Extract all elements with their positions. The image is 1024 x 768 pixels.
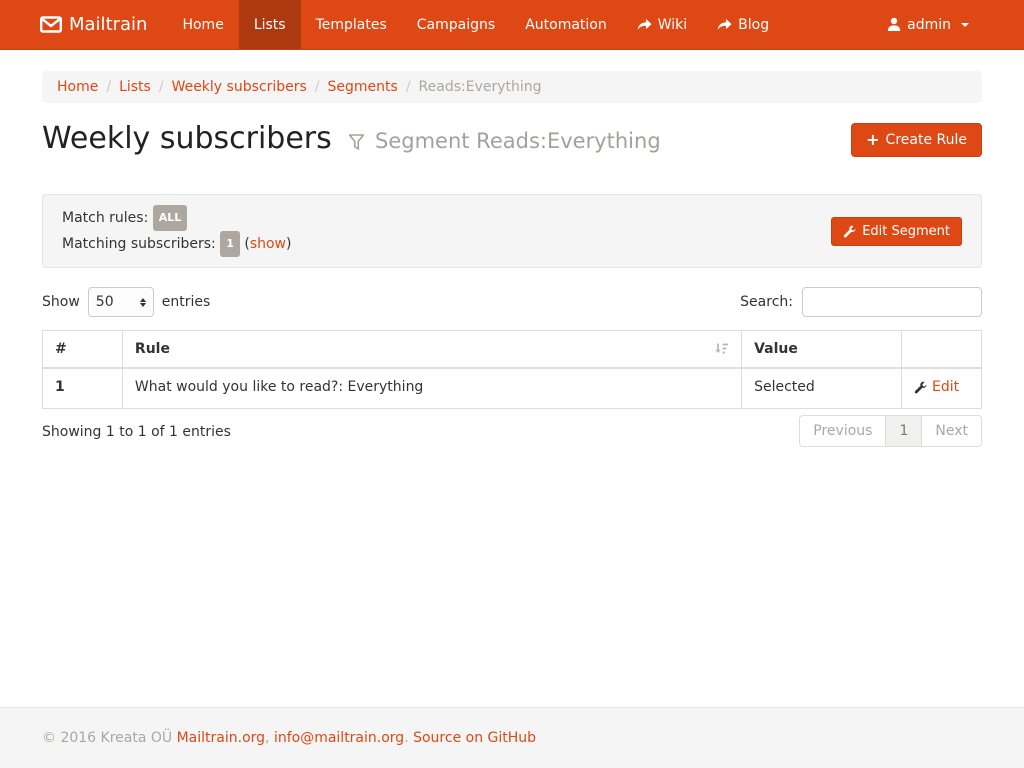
envelope-icon xyxy=(40,16,62,33)
updown-arrows-icon xyxy=(140,298,146,307)
header-value[interactable]: Value xyxy=(742,331,902,369)
share-arrow-icon xyxy=(717,18,732,32)
nav-links: Home Lists Templates Campaigns Automatio… xyxy=(167,0,784,49)
matching-count-badge: 1 xyxy=(220,231,240,257)
table-row: 1 What would you like to read?: Everythi… xyxy=(43,368,982,408)
search-label: Search: xyxy=(740,294,793,310)
wrench-icon xyxy=(843,225,856,238)
page-size-value: 50 xyxy=(96,294,114,310)
breadcrumb-home[interactable]: Home xyxy=(57,79,98,95)
breadcrumb-weekly-subscribers[interactable]: Weekly subscribers xyxy=(172,79,307,95)
header-action xyxy=(901,331,981,369)
matching-subscribers-line: Matching subscribers: 1 (show) xyxy=(62,231,291,257)
table-footer-controls: Showing 1 to 1 of 1 entries Previous 1 N… xyxy=(42,415,982,447)
table-controls: Show 50 entries Search: xyxy=(42,287,982,317)
page-number-button[interactable]: 1 xyxy=(885,415,922,447)
brand[interactable]: Mailtrain xyxy=(40,0,167,49)
plus-icon: + xyxy=(866,133,879,147)
create-rule-button[interactable]: + Create Rule xyxy=(851,123,982,157)
nav-item-automation[interactable]: Automation xyxy=(510,0,622,49)
entries-info: Showing 1 to 1 of 1 entries xyxy=(42,415,231,440)
show-label: Show xyxy=(42,294,80,310)
match-rules-line: Match rules: ALL xyxy=(62,205,291,231)
page-footer: © 2016 Kreata OÜ Mailtrain.org, info@mai… xyxy=(0,707,1024,768)
table-header-row: # Rule xyxy=(43,331,982,369)
rule-value-cell: Selected xyxy=(742,368,902,408)
rule-number-cell: 1 xyxy=(43,368,123,408)
email-link[interactable]: info@mailtrain.org xyxy=(274,730,404,746)
edit-segment-button[interactable]: Edit Segment xyxy=(831,217,962,246)
nav-item-lists[interactable]: Lists xyxy=(239,0,301,49)
person-icon xyxy=(887,17,901,32)
rule-action-cell: Edit xyxy=(901,368,981,408)
match-rules-badge: ALL xyxy=(153,205,188,231)
brand-label: Mailtrain xyxy=(69,14,147,35)
sort-icon xyxy=(714,342,729,356)
edit-rule-link[interactable]: Edit xyxy=(914,378,959,396)
breadcrumb-lists[interactable]: Lists xyxy=(119,79,151,95)
next-page-button[interactable]: Next xyxy=(921,415,982,447)
funnel-icon xyxy=(349,134,368,150)
user-label: admin xyxy=(907,17,951,33)
nav-item-templates[interactable]: Templates xyxy=(301,0,402,49)
breadcrumb-separator: / xyxy=(98,79,119,95)
github-source-link[interactable]: Source on GitHub xyxy=(413,730,536,746)
breadcrumb-separator: / xyxy=(307,79,328,95)
show-subscribers-link[interactable]: show xyxy=(250,236,286,252)
rules-table: # Rule xyxy=(42,330,982,409)
copyright-text: © 2016 Kreata OÜ xyxy=(42,730,172,746)
breadcrumb: Home / Lists / Weekly subscribers / Segm… xyxy=(42,71,982,103)
mailtrain-org-link[interactable]: Mailtrain.org xyxy=(177,730,265,746)
previous-page-button[interactable]: Previous xyxy=(799,415,886,447)
entries-label: entries xyxy=(162,294,211,310)
nav-item-wiki[interactable]: Wiki xyxy=(622,0,702,49)
caret-down-icon xyxy=(961,23,969,27)
nav-item-campaigns[interactable]: Campaigns xyxy=(402,0,510,49)
rule-text-cell: What would you like to read?: Everything xyxy=(122,368,741,408)
pagination: Previous 1 Next xyxy=(799,415,982,447)
breadcrumb-separator: / xyxy=(151,79,172,95)
breadcrumb-separator: / xyxy=(398,79,419,95)
search-input[interactable] xyxy=(802,287,982,317)
page-header: Weekly subscribers Segment Reads:Everyth… xyxy=(42,119,982,161)
page-subtitle: Segment Reads:Everything xyxy=(349,129,660,153)
nav-item-blog[interactable]: Blog xyxy=(702,0,784,49)
header-rule[interactable]: Rule xyxy=(122,331,741,369)
page-title: Weekly subscribers Segment Reads:Everyth… xyxy=(42,119,661,161)
wrench-icon xyxy=(914,381,927,394)
segment-panel: Match rules: ALL Matching subscribers: 1… xyxy=(42,194,982,268)
share-arrow-icon xyxy=(637,18,652,32)
content-spacer xyxy=(0,447,1024,708)
page-size-select[interactable]: 50 xyxy=(88,287,154,317)
top-navbar: Mailtrain Home Lists Templates Campaigns… xyxy=(0,0,1024,50)
breadcrumb-segments[interactable]: Segments xyxy=(328,79,398,95)
breadcrumb-current: Reads:Everything xyxy=(419,79,542,95)
user-menu[interactable]: admin xyxy=(872,0,984,49)
header-num[interactable]: # xyxy=(43,331,123,369)
nav-item-home[interactable]: Home xyxy=(167,0,238,49)
